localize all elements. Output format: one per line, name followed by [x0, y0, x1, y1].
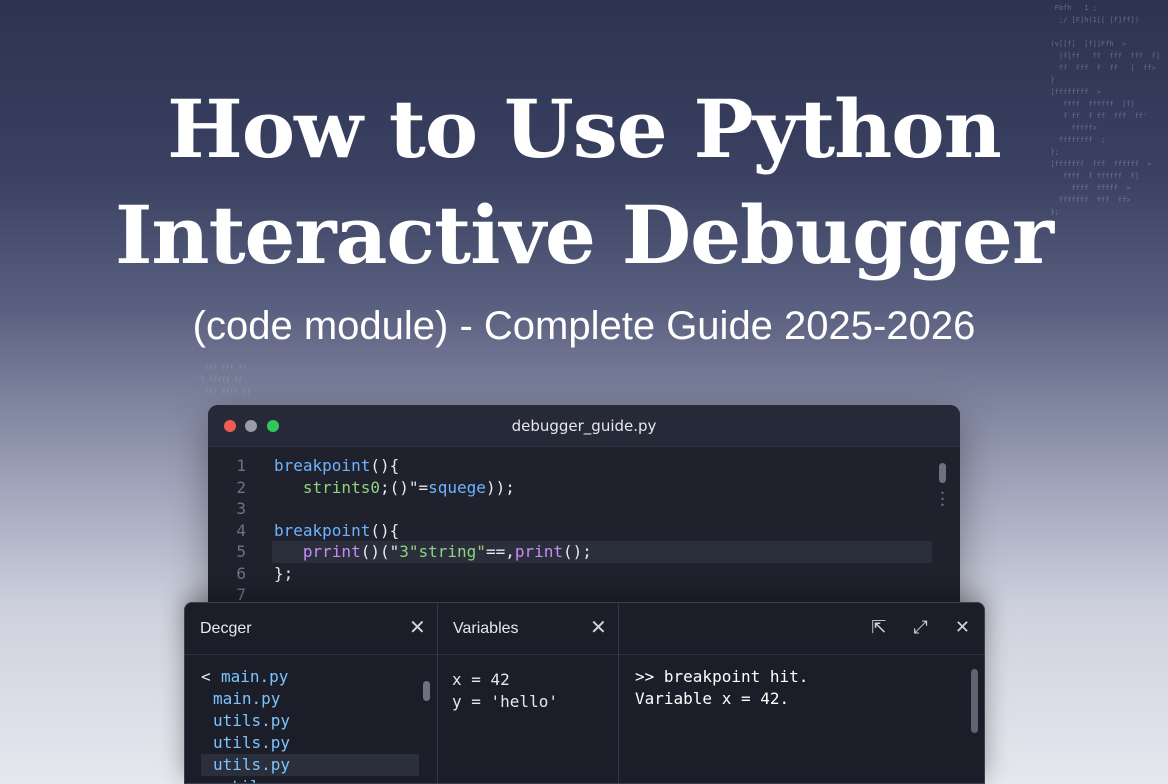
background-code-snippet: fff fff ff f fffff ff fff ffff ff [200, 364, 251, 396]
files-pane-header: Decger ✕ [185, 603, 437, 655]
code-token: breakpoint [274, 456, 371, 475]
file-list-item[interactable]: < main.py [201, 666, 419, 688]
variable-row: y = 'hello' [452, 692, 558, 711]
code-token: ()(" [360, 542, 400, 561]
line-number: 2 [236, 477, 246, 497]
code-line[interactable]: 1 breakpoint(){ [208, 455, 932, 477]
file-name: utils.py [221, 777, 298, 783]
line-number: 4 [236, 520, 246, 540]
code-line[interactable]: 4 breakpoint(){ [208, 520, 932, 542]
close-icon[interactable]: ✕ [590, 617, 607, 637]
code-line[interactable]: 5 prrint()("3"string"==,print(); [236, 541, 932, 563]
debugger-panel: Decger ✕ < main.py main.py utils.py utils.py… [184, 602, 985, 784]
close-icon[interactable]: ✕ [409, 617, 426, 637]
console-pane-header: ⇱ ⤢ ✕ [619, 603, 984, 655]
line-number: 6 [236, 563, 246, 583]
code-token: }; [274, 563, 294, 583]
file-list-item[interactable]: utils.py [201, 710, 419, 732]
code-token: 3"string" [399, 542, 486, 561]
line-number: 3 [236, 499, 246, 518]
console-output-line: >> breakpoint hit. [635, 667, 809, 686]
code-token: breakpoint [274, 520, 371, 540]
file-name: utils.py [213, 733, 291, 752]
files-pane-title: Decger [200, 620, 252, 637]
code-line[interactable]: 2 strints0;()"=squege)); [208, 477, 932, 499]
headline-subtitle: (code module) - Complete Guide 2025-2026 [192, 304, 976, 348]
code-editor-window: debugger_guide.py 1 breakpoint(){2 strint… [208, 405, 960, 625]
console-pane: ⇱ ⤢ ✕ >> breakpoint hit. Variable x = 42… [619, 603, 984, 783]
code-text: breakpoint(){ [274, 520, 399, 542]
editor-scrollbar[interactable] [939, 463, 946, 483]
code-token: squege [428, 477, 486, 497]
variables-pane-title: Variables [453, 620, 519, 637]
code-token: )); [485, 477, 515, 497]
file-list-item[interactable]: main.py [201, 688, 419, 710]
variable-row: x = 42 [452, 670, 510, 689]
expand-icon[interactable]: ⤢ [913, 617, 927, 639]
console-scrollbar[interactable] [971, 669, 978, 733]
code-text: }; [274, 563, 293, 585]
file-list-item[interactable]: >utils.py [201, 776, 419, 783]
code-text: prrint()("3"string"==,print(); [274, 541, 592, 563]
code-text: strints0;()"=squege)); [274, 477, 515, 499]
variables-pane: Variables ✕ x = 42 y = 'hello' [438, 603, 619, 783]
code-token: ;()"= [379, 477, 429, 497]
code-line[interactable]: 3 [208, 498, 932, 520]
code-line[interactable]: 6}; [208, 563, 932, 585]
line-number: 5 [236, 542, 246, 561]
code-token: ==, [485, 542, 515, 561]
headline-line-1: How to Use Python [167, 82, 1002, 176]
code-token: strints0 [274, 477, 380, 497]
headline-line-2: Interactive Debugger [114, 188, 1054, 282]
code-token: prrint [274, 542, 361, 561]
step-into-icon[interactable]: ⇱ [871, 617, 886, 639]
scroll-grip-icon[interactable]: • • • [939, 490, 946, 511]
file-name: main.py [213, 689, 281, 708]
file-name: main.py [221, 667, 289, 686]
close-icon[interactable]: ✕ [955, 617, 970, 639]
code-token: (); [563, 542, 592, 561]
files-scrollbar[interactable] [423, 681, 430, 701]
line-number: 1 [236, 456, 246, 475]
console-output-line: Variable x = 42. [635, 689, 790, 708]
file-list-item[interactable]: utils.py [201, 754, 419, 776]
file-list-item[interactable]: utils.py [201, 732, 419, 754]
code-area[interactable]: 1 breakpoint(){2 strints0;()"=squege)); 3 4… [208, 455, 960, 625]
code-token: (){ [370, 456, 400, 475]
editor-titlebar: debugger_guide.py [208, 405, 960, 447]
editor-filename: debugger_guide.py [511, 417, 657, 435]
file-name: utils.py [213, 711, 291, 730]
code-token: (){ [370, 520, 400, 540]
files-pane: Decger ✕ < main.py main.py utils.py utils.py… [185, 603, 438, 783]
code-token: print [514, 542, 564, 561]
code-text: breakpoint(){ [274, 455, 399, 477]
chevron-left-icon: < [201, 667, 211, 686]
variables-pane-header: Variables ✕ [438, 603, 618, 655]
file-name: utils.py [213, 755, 291, 774]
chevron-right-icon: > [201, 776, 221, 783]
